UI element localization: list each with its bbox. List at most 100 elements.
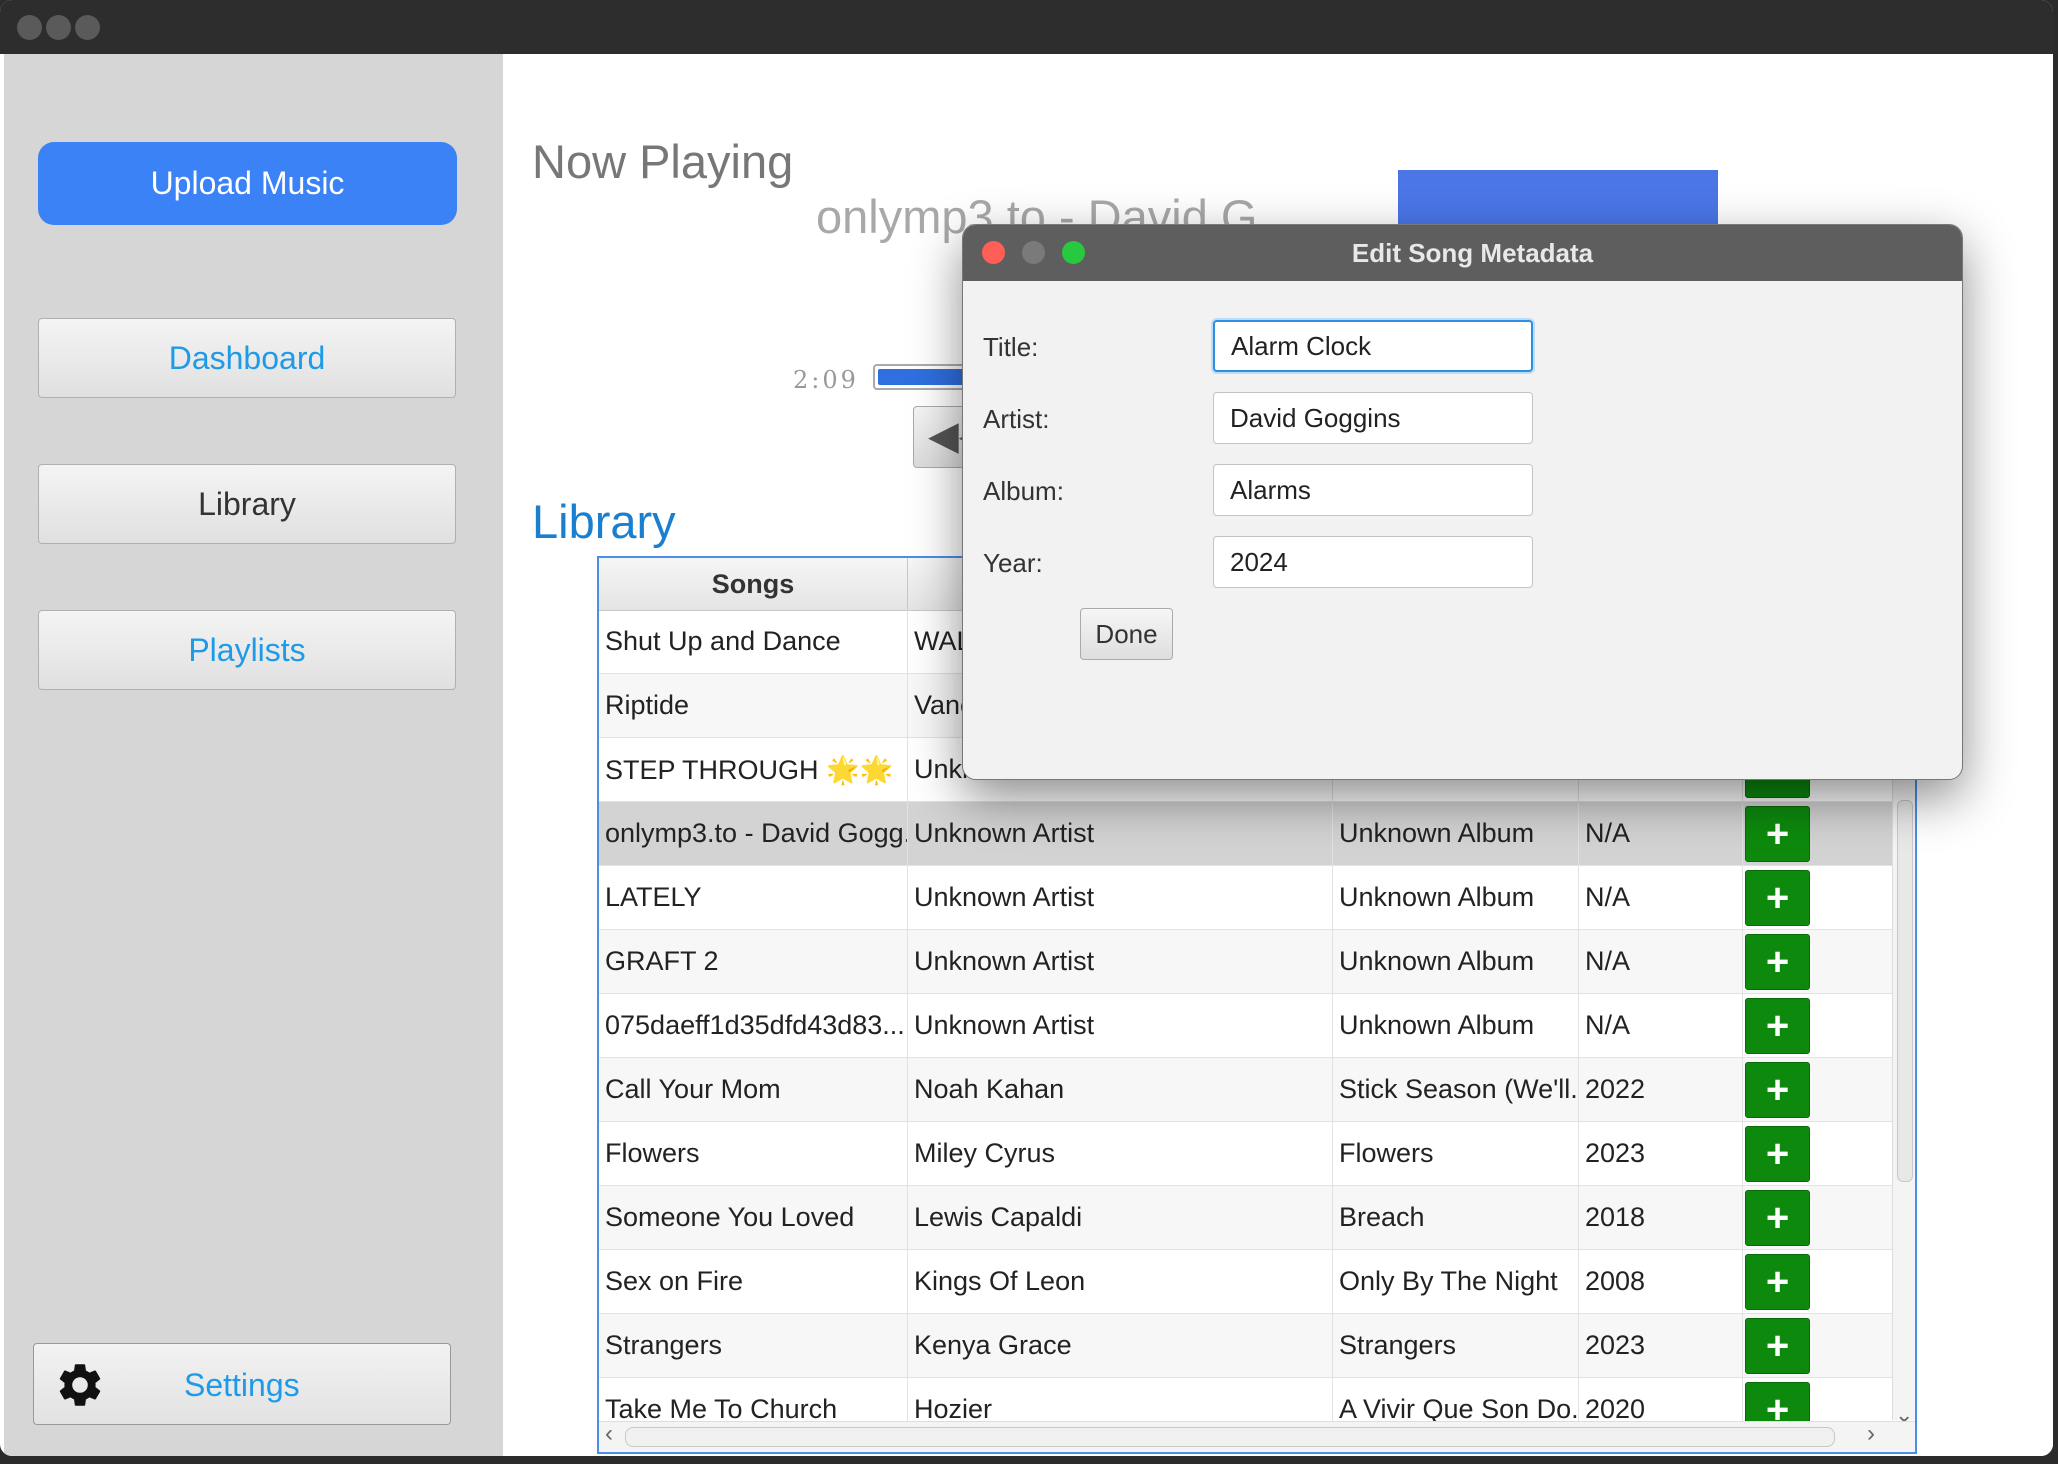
actions-cell: + bbox=[1743, 866, 1899, 929]
actions-cell: + bbox=[1743, 930, 1899, 993]
year-cell: 2023 bbox=[1579, 1122, 1743, 1185]
year-cell: 2023 bbox=[1579, 1314, 1743, 1377]
artist-cell: Unknown Artist bbox=[908, 994, 1333, 1057]
artist-cell: Noah Kahan bbox=[908, 1058, 1333, 1121]
album-cell: Unknown Album bbox=[1333, 802, 1579, 865]
album-cell: Strangers bbox=[1333, 1314, 1579, 1377]
add-to-playlist-button[interactable]: + bbox=[1745, 1318, 1810, 1374]
vertical-scroll-thumb[interactable] bbox=[1897, 800, 1913, 1182]
song-cell: 075daeff1d35dfd43d83... bbox=[599, 994, 908, 1057]
column-header-songs[interactable]: Songs bbox=[599, 558, 908, 610]
scroll-left-arrow-icon[interactable]: ‹ bbox=[605, 1420, 613, 1448]
artist-cell: Unknown Artist bbox=[908, 866, 1333, 929]
actions-cell: + bbox=[1743, 1122, 1899, 1185]
song-cell: Riptide bbox=[599, 674, 908, 737]
album-cell: Breach bbox=[1333, 1186, 1579, 1249]
add-to-playlist-button[interactable]: + bbox=[1745, 1126, 1810, 1182]
song-cell: Call Your Mom bbox=[599, 1058, 908, 1121]
table-row[interactable]: Strangers Kenya Grace Strangers 2023 + bbox=[599, 1314, 1899, 1378]
table-row[interactable]: Call Your Mom Noah Kahan Stick Season (We'… bbox=[599, 1058, 1899, 1122]
sidebar-item-library[interactable]: Library bbox=[38, 464, 456, 544]
album-cell: Only By The Night bbox=[1333, 1250, 1579, 1313]
add-to-playlist-button[interactable]: + bbox=[1745, 1190, 1810, 1246]
sidebar-item-playlists[interactable]: Playlists bbox=[38, 610, 456, 690]
actions-cell: + bbox=[1743, 1314, 1899, 1377]
artist-cell: Kings Of Leon bbox=[908, 1250, 1333, 1313]
artist-cell: Unknown Artist bbox=[908, 930, 1333, 993]
artist-field[interactable]: David Goggins bbox=[1213, 392, 1533, 444]
dialog-title: Edit Song Metadata bbox=[1351, 237, 1594, 268]
title-field[interactable]: Alarm Clock bbox=[1213, 320, 1533, 372]
artist-label: Artist: bbox=[983, 404, 1050, 434]
year-cell: N/A bbox=[1579, 994, 1743, 1057]
table-row[interactable]: Flowers Miley Cyrus Flowers 2023 + bbox=[599, 1122, 1899, 1186]
song-cell: Sex on Fire bbox=[599, 1250, 908, 1313]
song-cell: Someone You Loved bbox=[599, 1186, 908, 1249]
artist-cell: Kenya Grace bbox=[908, 1314, 1333, 1377]
table-row[interactable]: Sex on Fire Kings Of Leon Only By The Nigh… bbox=[599, 1250, 1899, 1314]
sidebar: Upload Music Dashboard Library Playlists… bbox=[4, 54, 503, 1456]
edit-metadata-dialog: Edit Song Metadata Title: Alarm Clock Ar… bbox=[962, 224, 1963, 780]
table-row[interactable]: GRAFT 2 Unknown Artist Unknown Album N/A + bbox=[599, 930, 1899, 994]
year-cell: 2022 bbox=[1579, 1058, 1743, 1121]
zoom-window-button[interactable] bbox=[75, 15, 100, 40]
year-cell: N/A bbox=[1579, 866, 1743, 929]
minimize-window-button[interactable] bbox=[46, 15, 71, 40]
song-cell: Shut Up and Dance bbox=[599, 610, 908, 673]
artist-cell: Lewis Capaldi bbox=[908, 1186, 1333, 1249]
scroll-right-arrow-icon[interactable]: › bbox=[1867, 1420, 1875, 1448]
table-row[interactable]: onlymp3.to - David Gogg... Unknown Artist… bbox=[599, 802, 1899, 866]
add-to-playlist-button[interactable]: + bbox=[1745, 1254, 1810, 1310]
year-field[interactable]: 2024 bbox=[1213, 536, 1533, 588]
artist-cell: Miley Cyrus bbox=[908, 1122, 1333, 1185]
sidebar-item-dashboard[interactable]: Dashboard bbox=[38, 318, 456, 398]
upload-music-button[interactable]: Upload Music bbox=[38, 142, 457, 225]
album-cell: Unknown Album bbox=[1333, 994, 1579, 1057]
album-cell: Unknown Album bbox=[1333, 930, 1579, 993]
actions-cell: + bbox=[1743, 1186, 1899, 1249]
gear-icon bbox=[59, 1364, 101, 1406]
year-cell: 2018 bbox=[1579, 1186, 1743, 1249]
year-cell: N/A bbox=[1579, 802, 1743, 865]
actions-cell: + bbox=[1743, 1058, 1899, 1121]
library-heading: Library bbox=[532, 495, 676, 548]
table-row[interactable]: LATELY Unknown Artist Unknown Album N/A + bbox=[599, 866, 1899, 930]
song-cell: Strangers bbox=[599, 1314, 908, 1377]
horizontal-scrollbar[interactable]: ‹ › bbox=[599, 1420, 1915, 1452]
year-label: Year: bbox=[983, 548, 1043, 578]
add-to-playlist-button[interactable]: + bbox=[1745, 1062, 1810, 1118]
done-button[interactable]: Done bbox=[1080, 608, 1173, 660]
year-cell: 2008 bbox=[1579, 1250, 1743, 1313]
now-playing-heading: Now Playing bbox=[532, 135, 794, 188]
add-to-playlist-button[interactable]: + bbox=[1745, 934, 1810, 990]
add-to-playlist-button[interactable]: + bbox=[1745, 998, 1810, 1054]
settings-button[interactable]: Settings bbox=[33, 1343, 451, 1425]
actions-cell: + bbox=[1743, 1250, 1899, 1313]
album-cell: Unknown Album bbox=[1333, 866, 1579, 929]
song-cell: STEP THROUGH 🌟🌟 bbox=[599, 738, 908, 801]
song-cell: onlymp3.to - David Gogg... bbox=[599, 802, 908, 865]
progress-fill bbox=[878, 369, 971, 385]
table-row[interactable]: 075daeff1d35dfd43d83... Unknown Artist Unk… bbox=[599, 994, 1899, 1058]
table-row[interactable]: Someone You Loved Lewis Capaldi Breach 2018… bbox=[599, 1186, 1899, 1250]
artist-cell: Unknown Artist bbox=[908, 802, 1333, 865]
settings-label: Settings bbox=[184, 1366, 300, 1403]
actions-cell: + bbox=[1743, 802, 1899, 865]
add-to-playlist-button[interactable]: + bbox=[1745, 806, 1810, 862]
year-cell: N/A bbox=[1579, 930, 1743, 993]
album-label: Album: bbox=[983, 476, 1064, 506]
album-cell: Stick Season (We'll... bbox=[1333, 1058, 1579, 1121]
album-field[interactable]: Alarms bbox=[1213, 464, 1533, 516]
song-cell: GRAFT 2 bbox=[599, 930, 908, 993]
elapsed-time: 2:09 bbox=[793, 366, 859, 394]
close-window-button[interactable] bbox=[17, 15, 42, 40]
add-to-playlist-button[interactable]: + bbox=[1745, 870, 1810, 926]
actions-cell: + bbox=[1743, 994, 1899, 1057]
song-cell: LATELY bbox=[599, 866, 908, 929]
song-cell: Flowers bbox=[599, 1122, 908, 1185]
dialog-titlebar: Edit Song Metadata bbox=[963, 225, 1962, 281]
title-label: Title: bbox=[983, 332, 1039, 362]
horizontal-scroll-thumb[interactable] bbox=[625, 1427, 1835, 1447]
playback-progress-bar[interactable] bbox=[873, 364, 973, 390]
album-cell: Flowers bbox=[1333, 1122, 1579, 1185]
